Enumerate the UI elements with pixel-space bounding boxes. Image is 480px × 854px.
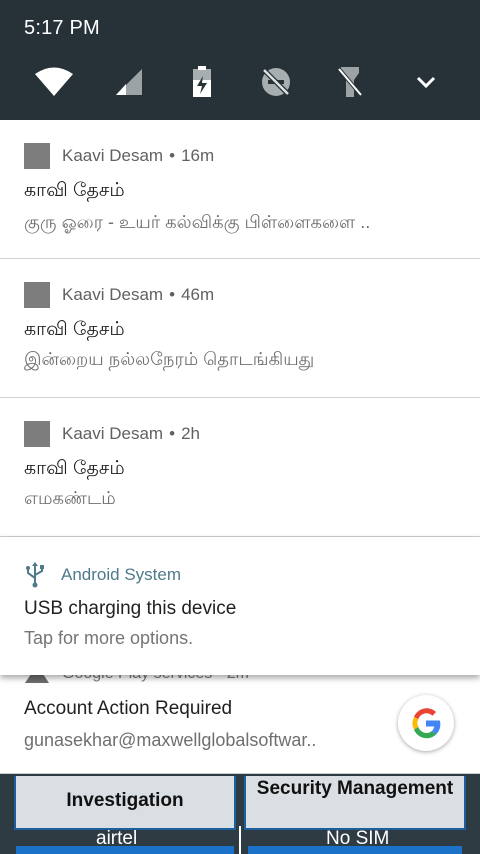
app-icon — [24, 421, 50, 447]
notification-age: 46m — [181, 285, 215, 304]
tile-investigation[interactable]: Investigation — [14, 776, 236, 830]
google-logo-icon — [398, 695, 454, 751]
notification-title: காவி தேசம் — [24, 180, 125, 201]
app-name: Kaavi Desam — [62, 146, 164, 165]
notification-title: USB charging this device — [24, 598, 237, 619]
notification-body: இன்றைய நல்லநேரம் தொடங்கியது — [24, 349, 315, 369]
quick-settings-shade: 5:17 PM — [0, 0, 480, 120]
notification-header: Kaavi Desam • 2h — [24, 421, 200, 447]
app-icon — [24, 282, 50, 308]
tile-label: Security Management — [256, 778, 454, 799]
separator-dot: • — [169, 424, 176, 443]
separator-dot: • — [169, 285, 176, 304]
carrier-left: airtel — [96, 828, 138, 849]
notification-title: Account Action Required — [24, 698, 233, 719]
app-name: Kaavi Desam — [62, 424, 164, 443]
app-icon — [24, 143, 50, 169]
notification-card[interactable]: Kaavi Desam • 2h காவி தேசம் எமகண்டம் — [0, 398, 480, 536]
notification-header: Kaavi Desam • 16m — [24, 143, 214, 169]
notification-title: காவி தேசம் — [24, 458, 125, 479]
notification-body: Tap for more options. — [24, 628, 194, 648]
app-name: Kaavi Desam — [62, 285, 164, 304]
notification-body: gunasekhar@maxwellglobalsoftwar.. — [24, 730, 317, 750]
notification-card[interactable]: Kaavi Desam • 16m காவி தேசம் குரு ஓரை - … — [0, 120, 480, 258]
notification-age: 2h — [181, 424, 200, 443]
app-name: Android System — [61, 565, 181, 584]
expand-chevron-icon[interactable] — [402, 60, 450, 104]
battery-charging-icon[interactable] — [178, 60, 226, 104]
dnd-off-icon[interactable] — [252, 60, 300, 104]
separator-dot: • — [169, 146, 176, 165]
carrier-right: No SIM — [326, 828, 390, 849]
flashlight-off-icon[interactable] — [326, 60, 374, 104]
notification-title: காவி தேசம் — [24, 319, 125, 340]
usb-icon — [26, 562, 44, 588]
notification-header: Kaavi Desam • 46m — [24, 282, 214, 308]
status-time: 5:17 PM — [24, 17, 100, 39]
wifi-icon[interactable] — [30, 60, 78, 104]
usb-charging-notification[interactable]: Android System USB charging this device … — [0, 537, 480, 675]
quick-settings-row — [0, 60, 480, 104]
notification-card[interactable]: Kaavi Desam • 46m காவி தேசம் இன்றைய நல்ல… — [0, 259, 480, 397]
tile-security-management[interactable]: Security Management — [244, 776, 466, 830]
tile-label: Investigation — [66, 790, 184, 811]
notification-age: 16m — [181, 146, 215, 165]
notification-header: Android System — [24, 562, 181, 588]
notification-body: குரு ஓரை - உயர் கல்விக்கு பிள்ளைகளை .. — [24, 212, 371, 232]
cell-signal-icon[interactable] — [104, 60, 152, 104]
carrier-separator — [239, 826, 241, 854]
notification-body: எமகண்டம் — [24, 488, 116, 508]
notification-card[interactable]: Google Play services • 2m Account Action… — [0, 660, 480, 774]
